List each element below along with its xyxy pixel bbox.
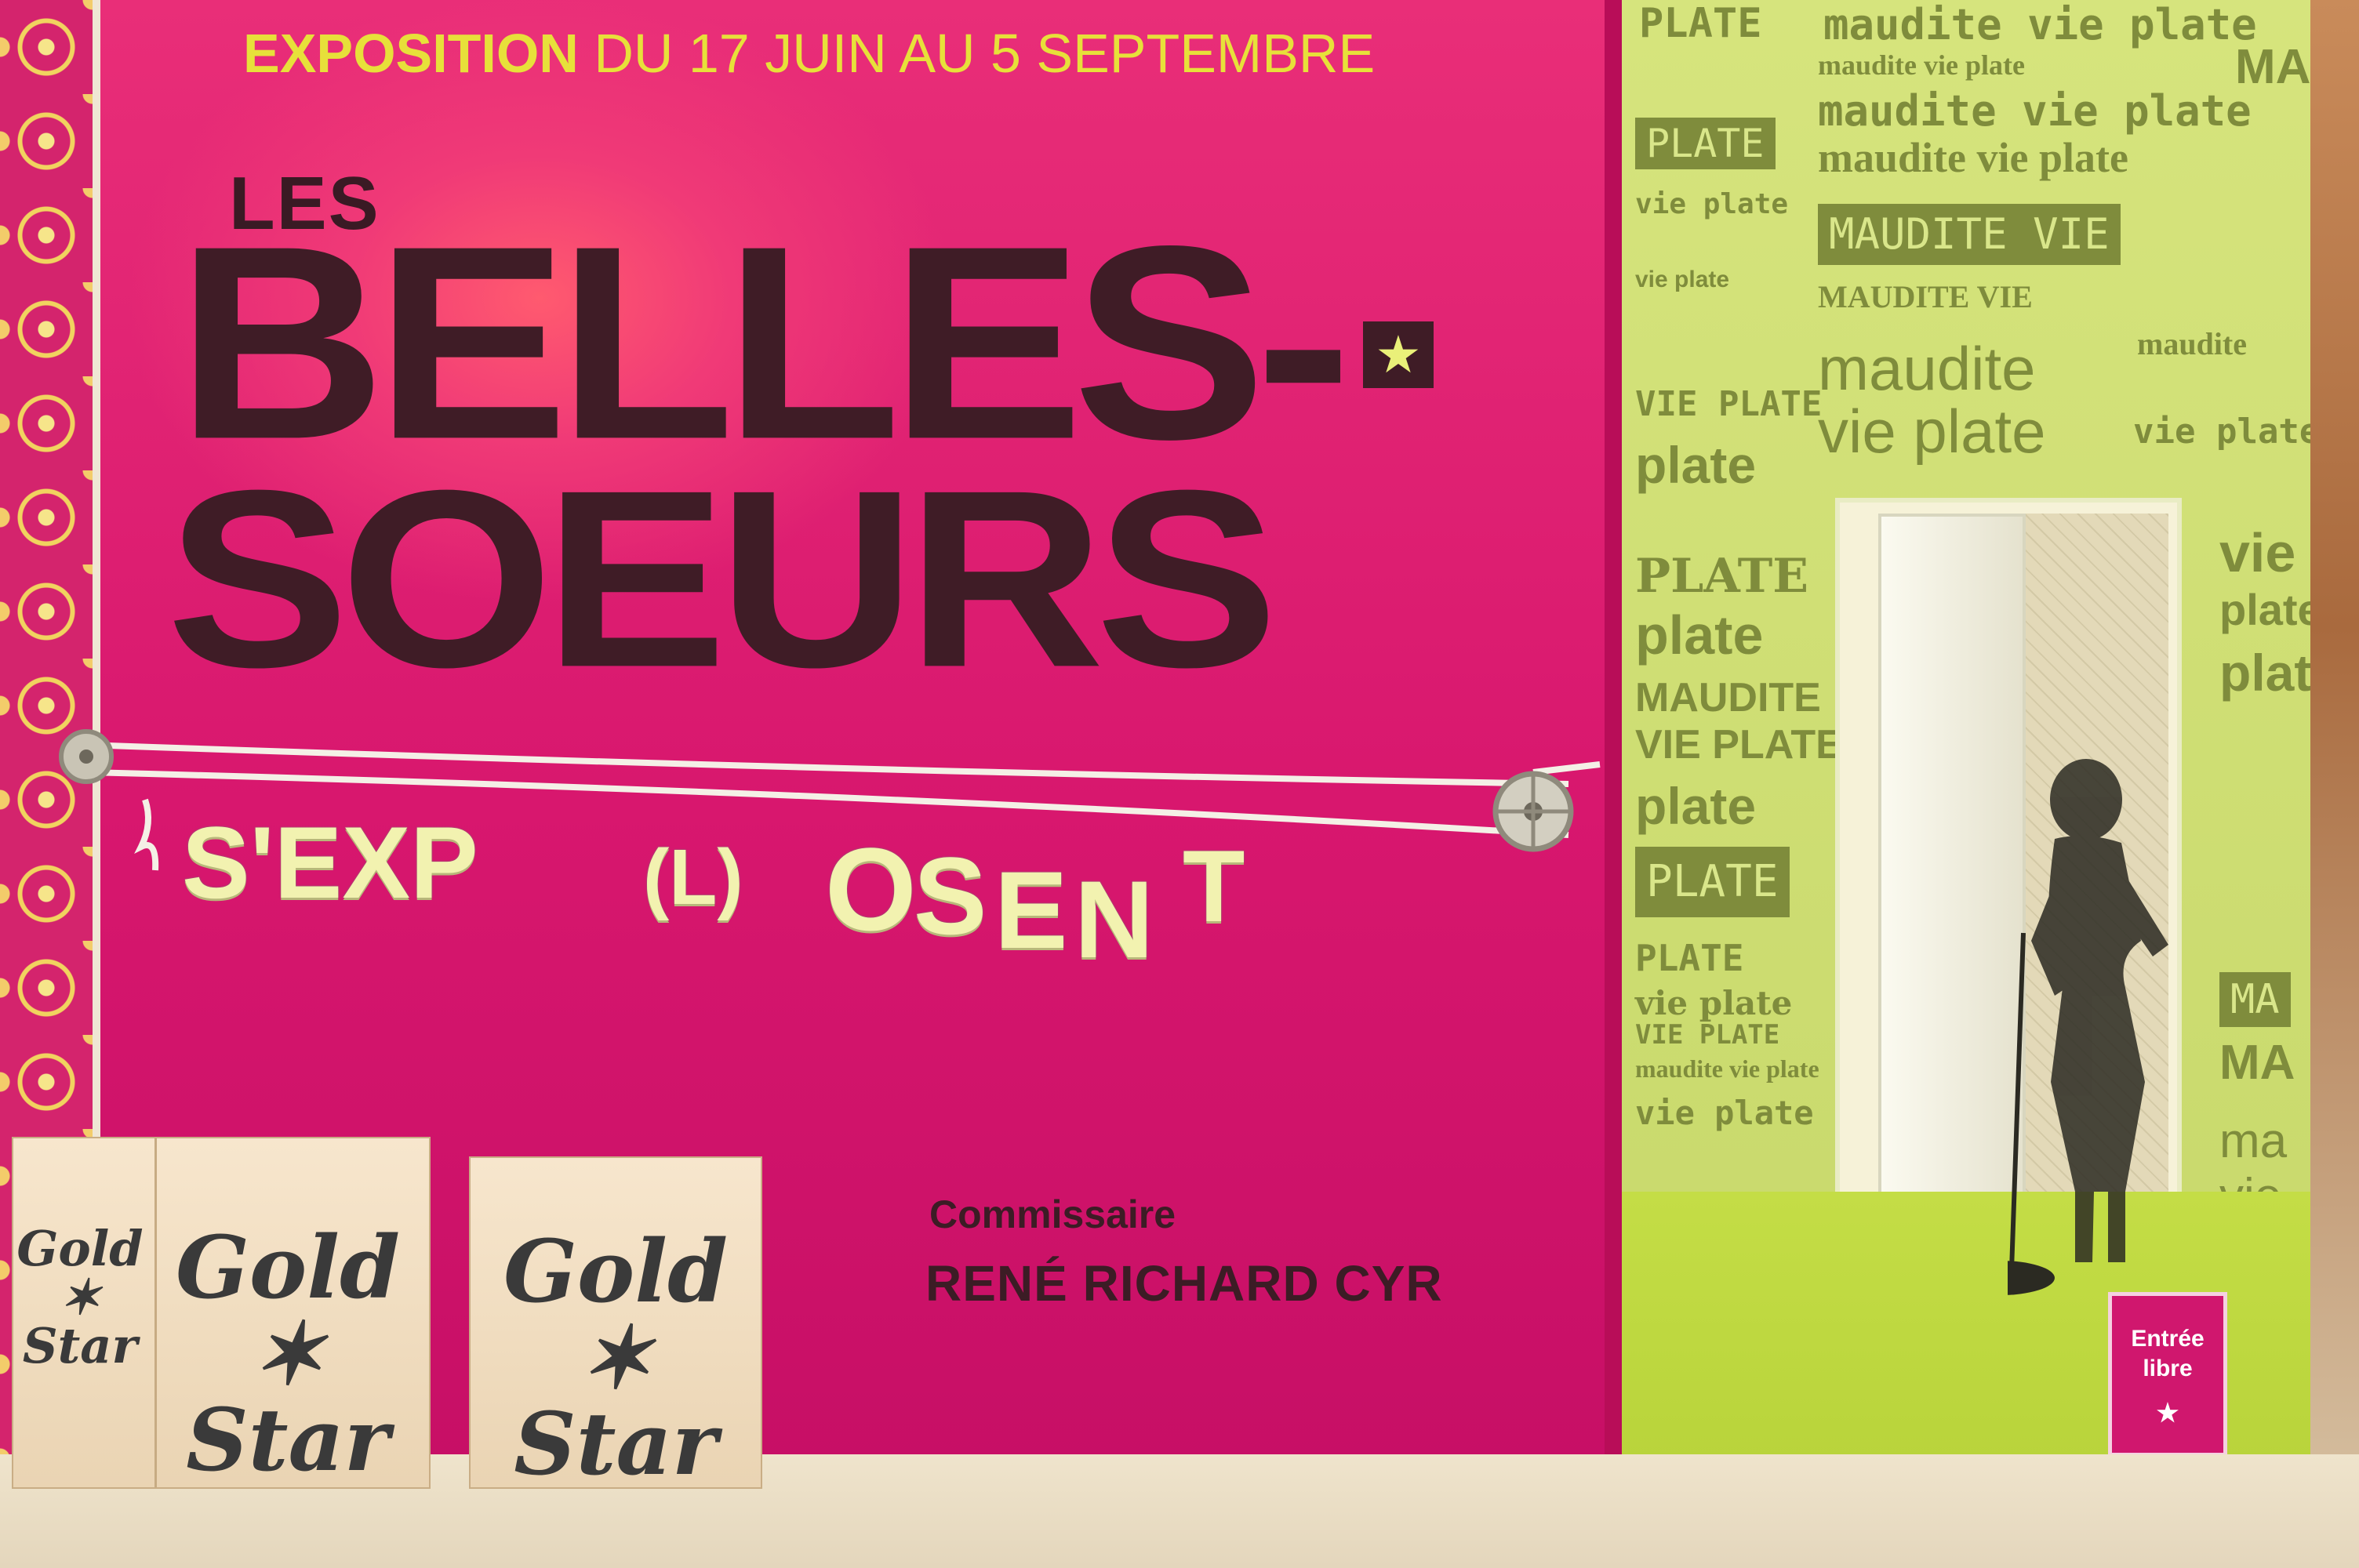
- right-pulley: [1492, 771, 1574, 852]
- panel-word: maudite vie plate: [1635, 1054, 1819, 1083]
- panel-word-box: PLATE: [1635, 847, 1790, 917]
- star-icon: ★: [2156, 1399, 2179, 1427]
- panel-word: vie plate: [1635, 984, 1793, 1022]
- panel-word: plate: [1635, 777, 1757, 835]
- panel-word: MAUDITE VIE: [1818, 279, 2033, 314]
- panel-word: plate: [1635, 604, 1764, 666]
- panel-word: PLATE: [1639, 0, 1762, 47]
- commissaire-label: Commissaire: [929, 1192, 1176, 1236]
- rope-knot: [134, 798, 159, 871]
- panel-word: VIE PLATE: [1635, 1019, 1780, 1051]
- box-edge: [154, 1138, 157, 1487]
- background-wall: [2310, 0, 2359, 1568]
- star-icon: ✶: [60, 1269, 100, 1326]
- panel-word: MAUDITE: [1635, 675, 1821, 720]
- panel-word: vie plate: [1635, 267, 1730, 292]
- gold-star-logo-front: Gold ✶ Star: [170, 1225, 405, 1483]
- hanging-letter-e: E: [994, 848, 1068, 971]
- logo-gold: Gold: [175, 1217, 400, 1318]
- free-entry-badge: Entrée libre ★: [2108, 1292, 2227, 1457]
- panel-word: maudite vie plate: [1818, 49, 2025, 81]
- panel-word-box: MA: [2219, 972, 2291, 1027]
- panel-word: VIE PLATE: [1635, 722, 1843, 768]
- hanging-letter-o: O: [825, 823, 917, 955]
- star-icon: ✶: [251, 1303, 325, 1404]
- hanging-letter-t: T: [1183, 829, 1245, 943]
- logo-gold: Gold: [16, 1220, 144, 1277]
- cardboard-box-left: Gold ✶ Star Gold ✶ Star: [12, 1137, 431, 1489]
- panel-word: maudite vie plate: [1818, 134, 2128, 181]
- left-pulley: [59, 729, 114, 784]
- gold-star-logo-front: Gold ✶ Star: [486, 1229, 745, 1487]
- gold-star-logo-side: Gold ✶ Star: [13, 1225, 147, 1370]
- logo-star: Star: [22, 1317, 138, 1374]
- cardboard-box-right: Gold ✶ Star: [469, 1156, 762, 1489]
- panel-word: vie plate: [1818, 397, 2046, 466]
- panel-word: PLATE: [1635, 549, 1808, 604]
- woman-with-mop-silhouette: [2008, 759, 2168, 1295]
- panel-word: VIE PLATE: [1635, 384, 1823, 424]
- panel-word: vie plate: [1635, 188, 1789, 220]
- panel-word: maudite vie plate: [1818, 86, 2252, 136]
- panel-word: maudite vie plate: [1823, 0, 2257, 49]
- hanging-letter-n: N: [1074, 858, 1154, 981]
- panel-word-box: MAUDITE VIE: [1818, 204, 2121, 265]
- panel-word: MA: [2219, 1036, 2295, 1090]
- hanging-letters-l: (L): [643, 833, 743, 921]
- photo-scene: EXPOSITION DU 17 JUIN AU 5 SEPTEMBRE LES…: [0, 0, 2359, 1568]
- panel-word-box: PLATE: [1635, 118, 1776, 169]
- open-door: [1878, 514, 2026, 1225]
- panel-word: vie: [2219, 522, 2296, 583]
- panel-word: vie plate: [2133, 412, 2321, 452]
- panel-word: plate: [2219, 585, 2322, 634]
- panel-word: ma: [2219, 1114, 2288, 1168]
- panel-word: maudite: [2137, 326, 2247, 361]
- panel-word: plate: [1635, 436, 1757, 494]
- logo-gold: Gold: [503, 1221, 728, 1322]
- panel-word: PLATE: [1635, 937, 1744, 979]
- panel-word: maudite: [1818, 334, 2036, 403]
- panel-word: vie plate: [1635, 1094, 1814, 1132]
- star-icon: ✶: [579, 1307, 652, 1408]
- hanging-letters-sexp: S'EXP: [182, 805, 478, 920]
- logo-star: Star: [514, 1393, 718, 1494]
- commissaire-name: RENÉ RICHARD CYR: [925, 1255, 1443, 1312]
- logo-star: Star: [186, 1389, 390, 1490]
- hanging-letter-s: S: [914, 834, 987, 957]
- entree-line2: libre: [2143, 1356, 2193, 1381]
- entree-line1: Entrée: [2131, 1326, 2205, 1352]
